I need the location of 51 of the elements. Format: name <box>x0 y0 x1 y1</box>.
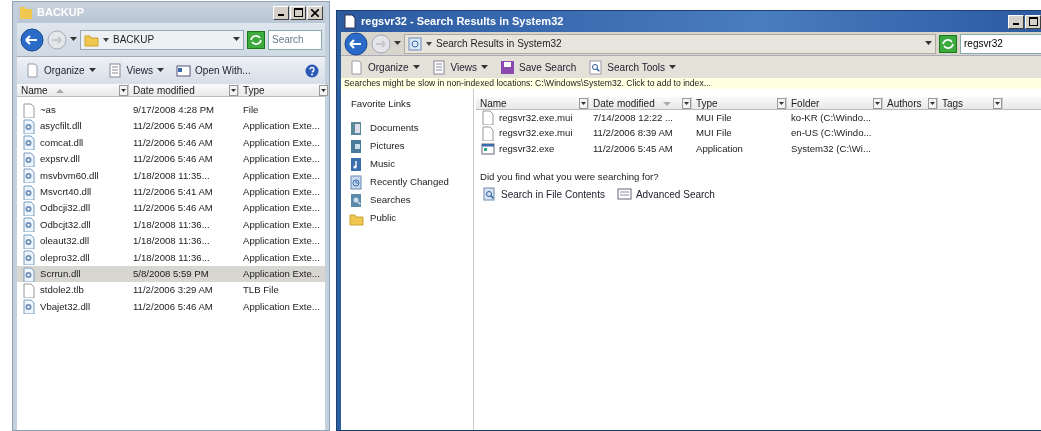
organize-button[interactable]: Organize <box>347 59 422 75</box>
column-header[interactable]: Date modified <box>589 97 692 110</box>
favorite-link[interactable]: Pictures <box>341 137 473 155</box>
address-bar[interactable]: Search Results in System32 <box>404 33 936 54</box>
column-header[interactable]: Type <box>239 84 329 97</box>
column-header[interactable]: Type <box>692 97 787 110</box>
column-header[interactable]: Authors <box>883 97 938 110</box>
favorite-link[interactable]: Music <box>341 155 473 173</box>
address-path: BACKUP <box>113 33 155 47</box>
column-header[interactable]: Folder <box>787 97 883 110</box>
search-field[interactable]: regsvr32 <box>960 33 1041 54</box>
file-row[interactable]: Msvcrt40.dll 11/2/2006 5:41 AM Application Exte... <box>17 183 325 201</box>
column-header[interactable]: Name <box>17 84 129 97</box>
file-row[interactable]: stdole2.tlb 11/2/2006 3:29 AM TLB File <box>17 282 325 299</box>
file-row[interactable]: regsvr32.exe.mui 11/2/2006 8:39 AM MUI File en-US (C:\Windo... <box>476 125 1041 141</box>
address-path: Search Results in System32 <box>436 37 562 51</box>
file-row[interactable]: olepro32.dll 1/18/2008 11:36... Application Exte... <box>17 249 325 266</box>
searchtools-button[interactable]: Search Tools <box>586 59 678 75</box>
save-button[interactable]: Save Search <box>498 59 579 75</box>
prompt-text: Did you find what you were searching for? <box>479 169 660 184</box>
file-row[interactable]: comcat.dll 11/2/2006 5:46 AM Application Exte... <box>17 134 325 152</box>
advanced-search-button[interactable]: Advanced Search <box>614 186 717 202</box>
search-contents-button[interactable]: Search in File Contents <box>480 186 607 202</box>
file-row[interactable]: Odbcji32.dll 11/2/2006 5:46 AM Application Exte... <box>17 200 325 217</box>
window-title: BACKUP <box>37 5 85 21</box>
column-header[interactable]: Name <box>476 97 589 110</box>
file-row[interactable]: regsvr32.exe.mui 7/14/2008 12:22 ... MUI File ko-KR (C:\Windo... <box>476 110 1041 126</box>
file-row[interactable]: msvbvm60.dll 1/18/2008 11:35... Application Exte... <box>17 167 325 184</box>
favorite-link[interactable]: Public <box>341 209 473 227</box>
address-bar[interactable]: BACKUP <box>80 29 244 50</box>
info-bar[interactable]: Searches might be slow in non-indexed locations: C:\Windows\System32. Click to add to index... <box>341 78 1041 89</box>
file-row[interactable]: expsrv.dll 11/2/2006 5:46 AM Application Exte... <box>17 151 325 168</box>
column-header[interactable]: Date modified <box>129 84 239 97</box>
organize-button[interactable]: Organize <box>23 63 98 78</box>
file-row[interactable]: oleaut32.dll 1/18/2008 11:36... Application Exte... <box>17 233 325 250</box>
file-row[interactable]: ~as 9/17/2008 4:28 PM File <box>17 102 325 119</box>
file-row[interactable]: Odbcjt32.dll 1/18/2008 11:36... Application Exte... <box>17 216 325 234</box>
file-row[interactable]: asycfilt.dll 11/2/2006 5:46 AM Application Exte... <box>17 118 325 135</box>
views-button[interactable]: Views <box>105 63 167 78</box>
file-row[interactable]: regsvr32.exe 11/2/2006 5:45 AM Application System32 (C:\Wi... <box>476 141 1041 157</box>
views-button[interactable]: Views <box>429 59 491 75</box>
file-row[interactable]: Scrrun.dll 5/8/2008 5:59 PM Application Exte... <box>17 265 325 283</box>
favorite-link[interactable]: Searches <box>341 191 473 209</box>
search-field[interactable]: Search <box>268 29 322 50</box>
favorite-link[interactable]: Documents <box>341 119 473 137</box>
open-button[interactable]: Open With... <box>174 63 253 78</box>
favorite-link[interactable]: Recently Changed <box>341 173 473 191</box>
column-header[interactable]: Tags <box>938 97 1003 110</box>
section-title: Favorite Links <box>350 97 412 111</box>
window-title: regsvr32 - Search Results in System32 <box>361 14 564 30</box>
file-row[interactable]: Vbajet32.dll 11/2/2006 5:46 AM Application Exte... <box>17 298 325 316</box>
